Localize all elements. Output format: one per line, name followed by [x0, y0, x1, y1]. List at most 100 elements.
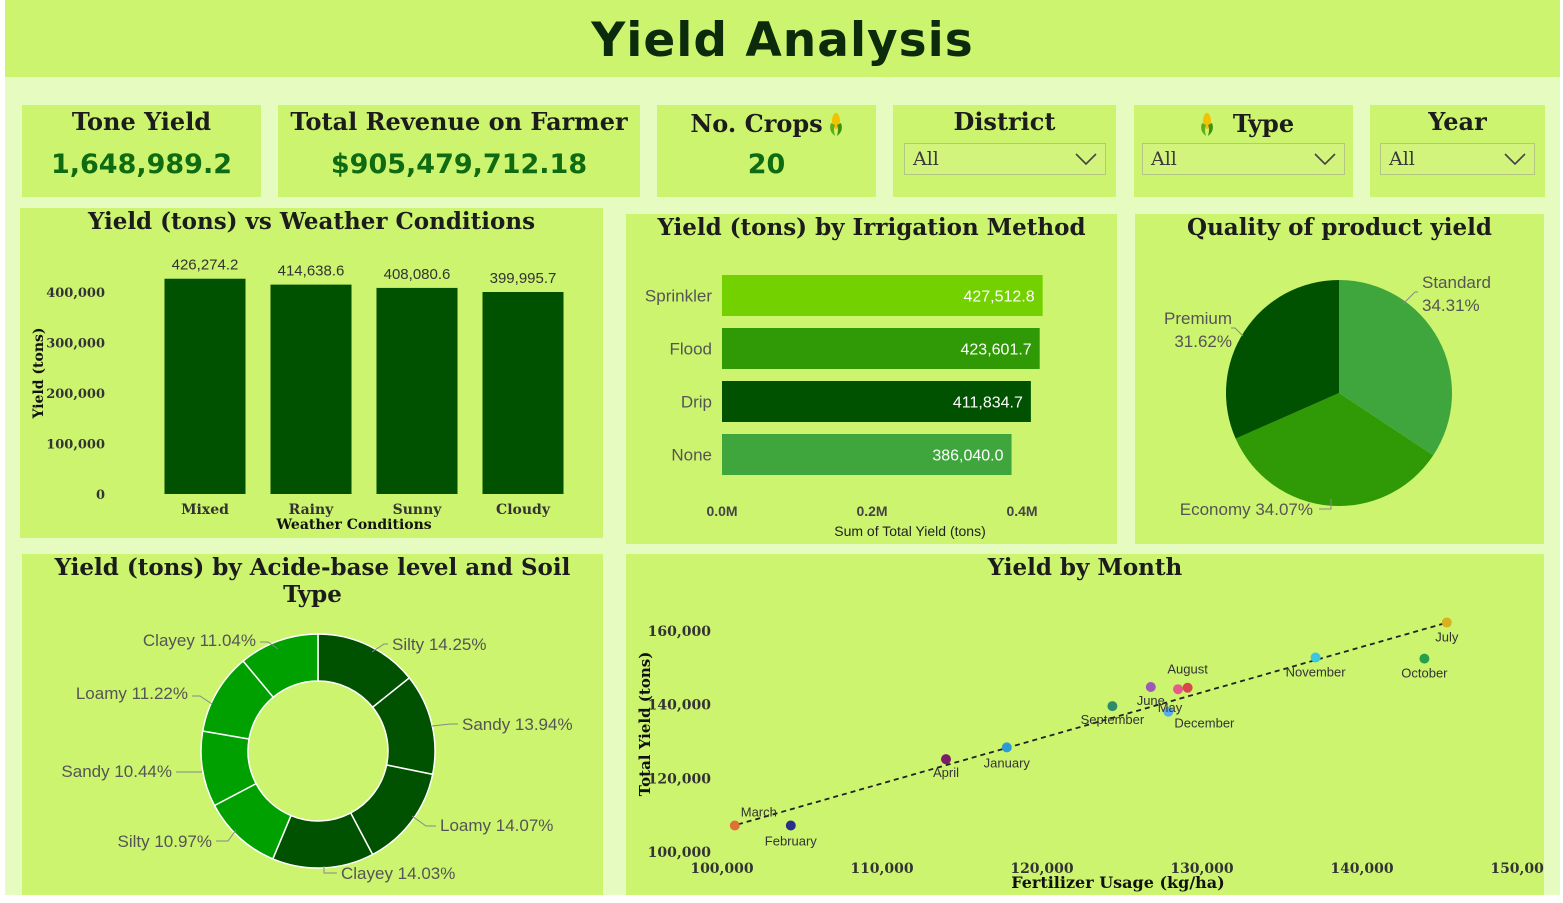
scatter-point: [1001, 742, 1012, 753]
x-tick-label: 100,000: [690, 861, 754, 877]
kpi-label: Tone Yield: [71, 107, 212, 136]
scatter-point: [1145, 681, 1156, 692]
x-axis-label: Sum of Total Yield (tons): [834, 523, 985, 539]
kpi-value: 20: [747, 149, 786, 180]
x-tick-label: 110,000: [850, 861, 914, 877]
slice-label: Sandy 10.44%: [61, 762, 172, 781]
x-tick-label: Rainy: [289, 502, 335, 518]
month-chart-card: Yield by Month 100,000 110,000 120,000 130,…: [626, 554, 1544, 895]
kpi-value: $905,479,712.18: [330, 149, 588, 180]
point-label: April: [933, 765, 959, 780]
data-label: 427,512.8: [963, 289, 1034, 306]
scatter-point: [1310, 652, 1321, 663]
kpi-card-revenue: Total Revenue on Farmer $905,479,712.18: [278, 105, 640, 197]
slicer-label: Year: [1428, 107, 1487, 136]
district-dropdown[interactable]: All: [904, 143, 1106, 175]
soil-donut-chart: Silty 14.25% Sandy 13.94% Loamy 14.07% Clay…: [61, 631, 573, 883]
point-label: September: [1081, 712, 1145, 727]
scatter-point: [1107, 701, 1118, 712]
scatter-point: [785, 820, 796, 831]
y-tick-label: Flood: [669, 340, 712, 359]
bar: [270, 284, 352, 494]
x-tick-label: Mixed: [181, 502, 229, 518]
y-tick-label: Drip: [681, 393, 712, 412]
y-tick-label: 200,000: [46, 387, 105, 402]
leader-line: [431, 723, 458, 727]
dropdown-value: All: [913, 148, 939, 170]
irrigation-chart-card: Yield (tons) by Irrigation Method 427,51…: [626, 214, 1117, 544]
slicer-label: Type: [1232, 109, 1295, 138]
x-tick-label: 0.2M: [856, 503, 887, 519]
leader-line: [1231, 327, 1244, 337]
weather-chart-card: Yield (tons) vs Weather Conditions 0 100,…: [20, 208, 603, 538]
point-label: December: [1174, 716, 1235, 731]
data-label: 408,080.6: [384, 266, 451, 283]
soil-chart-card: Yield (tons) by Acide-base level and Soi…: [22, 554, 603, 895]
point-label: October: [1401, 666, 1448, 681]
y-tick-label: None: [671, 446, 712, 465]
quality-chart-card: Quality of product yield Standard 34.31% E…: [1135, 214, 1544, 544]
leader-line: [192, 695, 213, 705]
x-tick-label: Cloudy: [496, 502, 551, 518]
month-scatter-chart: 100,000 110,000 120,000 130,000 140,000 150,0…: [636, 617, 1544, 892]
slice-label: Standard: [1422, 273, 1491, 292]
scatter-point: [1182, 682, 1193, 693]
slicer-label: District: [953, 107, 1056, 136]
y-tick-label: 100,000: [46, 438, 105, 453]
slice-label: Clayey 11.04%: [143, 631, 256, 650]
y-tick-label: 160,000: [648, 624, 712, 640]
data-label: 386,040.0: [932, 448, 1003, 465]
dropdown-value: All: [1389, 148, 1415, 170]
x-tick-label: 150,000: [1490, 861, 1544, 877]
chevron-down-icon: [1504, 153, 1526, 166]
y-tick-label: 140,000: [648, 698, 712, 714]
x-axis-label: Weather Conditions: [275, 517, 431, 533]
point-label: January: [984, 755, 1031, 770]
y-tick-label: 300,000: [46, 337, 105, 352]
y-tick-label: 120,000: [648, 771, 712, 787]
point-label: March: [741, 804, 777, 819]
year-dropdown[interactable]: All: [1380, 143, 1535, 175]
slice-label: Premium: [1164, 309, 1232, 328]
data-label: 411,834.7: [953, 395, 1023, 412]
slice-label: Sandy 13.94%: [462, 715, 573, 734]
slice-label: Clayey 14.03%: [341, 864, 455, 883]
leader-line: [1402, 291, 1418, 305]
bottom-strip: [0, 895, 1563, 903]
kpi-label: Total Revenue on Farmer: [290, 107, 628, 136]
data-label: 423,601.7: [961, 342, 1032, 359]
kpi-card-tone-yield: Tone Yield 1,648,989.2: [22, 105, 261, 197]
slice-percent: 31.62%: [1174, 332, 1232, 351]
corn-icon: [830, 113, 842, 136]
slice-label: Loamy 11.22%: [76, 684, 188, 703]
point-label: August: [1167, 662, 1208, 677]
x-axis-label: Fertilizer Usage (kg/ha): [1011, 873, 1225, 892]
y-axis-label: Yield (tons): [31, 327, 47, 419]
bar: [482, 292, 564, 494]
x-tick-label: Sunny: [393, 502, 443, 518]
dashboard-canvas: Yield Analysis Tone Yield 1,648,989.2 To…: [5, 0, 1560, 895]
scatter-point: [1419, 653, 1430, 664]
kpi-card-crops: No. Crops 20: [657, 105, 876, 197]
type-dropdown[interactable]: All: [1142, 143, 1345, 175]
title-bar: Yield Analysis: [5, 0, 1560, 77]
point-label: February: [765, 833, 818, 848]
scatter-point: [729, 820, 740, 831]
scatter-point: [941, 754, 951, 765]
slice-label: Silty 14.25%: [392, 635, 487, 654]
quality-pie-chart: Standard 34.31% Economy 34.07% Premium 31.62…: [1164, 273, 1491, 519]
point-label: November: [1286, 665, 1347, 680]
slice-label: Silty 10.97%: [118, 832, 213, 851]
slice-label: Loamy 14.07%: [440, 816, 553, 835]
y-tick-label: 100,000: [648, 845, 712, 861]
point-label: July: [1435, 630, 1459, 645]
y-tick-label: Sprinkler: [645, 287, 712, 306]
bar: [164, 278, 246, 494]
chevron-down-icon: [1075, 153, 1097, 166]
slicer-type: Type All: [1134, 105, 1353, 197]
weather-bar-chart: 0 100,000 200,000 300,000 400,000 426,274.2 Mi…: [31, 257, 564, 533]
dropdown-value: All: [1151, 148, 1177, 170]
slice-percent: 34.31%: [1422, 296, 1480, 315]
page-title: Yield Analysis: [591, 13, 974, 68]
x-tick-label: 0.4M: [1006, 503, 1037, 519]
